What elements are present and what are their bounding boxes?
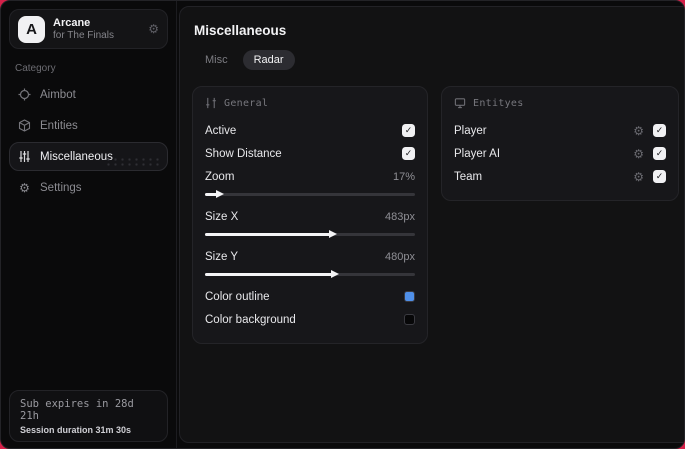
sidebar-item-aimbot[interactable]: Aimbot <box>9 80 168 109</box>
color-label: Color outline <box>205 290 270 303</box>
team-checkbox[interactable] <box>653 170 666 183</box>
slider-label: Zoom <box>205 170 235 183</box>
zoom-slider[interactable] <box>205 189 415 199</box>
app-subtitle: for The Finals <box>53 29 114 41</box>
avatar: A <box>18 15 45 43</box>
slider-track <box>205 192 415 196</box>
subscription-card: Sub expires in 28d 21h Session duration … <box>9 390 168 442</box>
general-panel-title: General <box>224 97 269 109</box>
slider-row-size-y: Size Y 480px <box>205 245 415 268</box>
entity-label: Team <box>454 170 483 183</box>
tab-radar[interactable]: Radar <box>242 50 295 70</box>
tab-bar: Misc Radar <box>194 50 679 70</box>
sidebar-nav: Aimbot Entities Miscellaneous ⚙ Settings <box>9 80 168 202</box>
main-content: Miscellaneous Misc Radar General Active … <box>179 6 684 443</box>
user-meta: Arcane for The Finals <box>53 17 140 41</box>
slider-thumb[interactable] <box>329 230 337 238</box>
color-label: Color background <box>205 313 296 326</box>
general-panel-header: General <box>205 97 415 109</box>
gear-icon[interactable]: ⚙ <box>633 124 644 138</box>
slider-fill <box>205 272 334 276</box>
general-panel: General Active Show Distance Zoom 17% <box>192 86 428 344</box>
sidebar-item-miscellaneous[interactable]: Miscellaneous <box>9 142 168 171</box>
session-duration-text: Session duration 31m 30s <box>20 425 132 435</box>
entity-label: Player AI <box>454 147 501 160</box>
slider-value: 480px <box>385 250 415 263</box>
entities-panel-title: Entityes <box>473 97 524 109</box>
entities-panel: Entityes Player ⚙ Player AI ⚙ <box>441 86 679 201</box>
category-label: Category <box>15 63 56 74</box>
slider-value: 17% <box>392 170 415 183</box>
page-title: Miscellaneous <box>194 23 287 38</box>
slider-value: 483px <box>385 210 415 223</box>
entity-row-team: Team ⚙ <box>454 165 666 188</box>
toggle-row-active: Active <box>205 119 415 142</box>
sidebar-item-settings[interactable]: ⚙ Settings <box>9 173 168 202</box>
sliders-icon <box>206 97 216 109</box>
gear-icon[interactable]: ⚙ <box>633 170 644 184</box>
player-checkbox[interactable] <box>653 124 666 137</box>
background-color-swatch[interactable] <box>404 314 415 325</box>
sidebar-item-entities[interactable]: Entities <box>9 111 168 140</box>
sidebar-item-label: Aimbot <box>40 88 76 101</box>
gear-icon[interactable]: ⚙ <box>148 23 159 35</box>
size-x-slider[interactable] <box>205 229 415 239</box>
color-row-background: Color background <box>205 308 415 331</box>
app-window: A Arcane for The Finals ⚙ Category Aimbo… <box>0 0 685 449</box>
active-checkbox[interactable] <box>402 124 415 137</box>
user-card[interactable]: A Arcane for The Finals ⚙ <box>9 9 168 49</box>
slider-fill <box>205 232 331 236</box>
monitor-icon <box>454 98 466 109</box>
color-row-outline: Color outline <box>205 285 415 308</box>
sidebar: A Arcane for The Finals ⚙ Category Aimbo… <box>1 1 177 448</box>
gear-icon: ⚙ <box>19 180 30 195</box>
sliders-icon <box>18 150 31 163</box>
slider-thumb[interactable] <box>215 190 224 198</box>
app-name: Arcane <box>53 16 91 29</box>
slider-label: Size Y <box>205 250 239 263</box>
cube-icon <box>18 119 31 132</box>
show-distance-checkbox[interactable] <box>402 147 415 160</box>
slider-row-zoom: Zoom 17% <box>205 165 415 188</box>
entity-label: Player <box>454 124 487 137</box>
toggle-label: Active <box>205 124 237 137</box>
sidebar-item-label: Miscellaneous <box>40 150 113 163</box>
entities-panel-header: Entityes <box>454 97 666 109</box>
player-ai-checkbox[interactable] <box>653 147 666 160</box>
main-wrapper: Miscellaneous Misc Radar General Active … <box>177 1 684 448</box>
toggle-row-show-distance: Show Distance <box>205 142 415 165</box>
crosshair-icon <box>18 88 31 101</box>
entity-row-player: Player ⚙ <box>454 119 666 142</box>
entity-row-player-ai: Player AI ⚙ <box>454 142 666 165</box>
gear-icon[interactable]: ⚙ <box>633 147 644 161</box>
panels-row: General Active Show Distance Zoom 17% <box>192 86 679 344</box>
size-y-slider[interactable] <box>205 269 415 279</box>
sidebar-item-label: Entities <box>40 119 78 132</box>
sub-expiry-text: Sub expires in 28d 21h <box>20 398 134 422</box>
outline-color-swatch[interactable] <box>404 291 415 302</box>
slider-row-size-x: Size X 483px <box>205 205 415 228</box>
tab-misc[interactable]: Misc <box>194 50 239 70</box>
slider-thumb[interactable] <box>331 270 340 278</box>
sidebar-item-label: Settings <box>40 181 82 194</box>
slider-label: Size X <box>205 210 239 223</box>
toggle-label: Show Distance <box>205 147 282 160</box>
